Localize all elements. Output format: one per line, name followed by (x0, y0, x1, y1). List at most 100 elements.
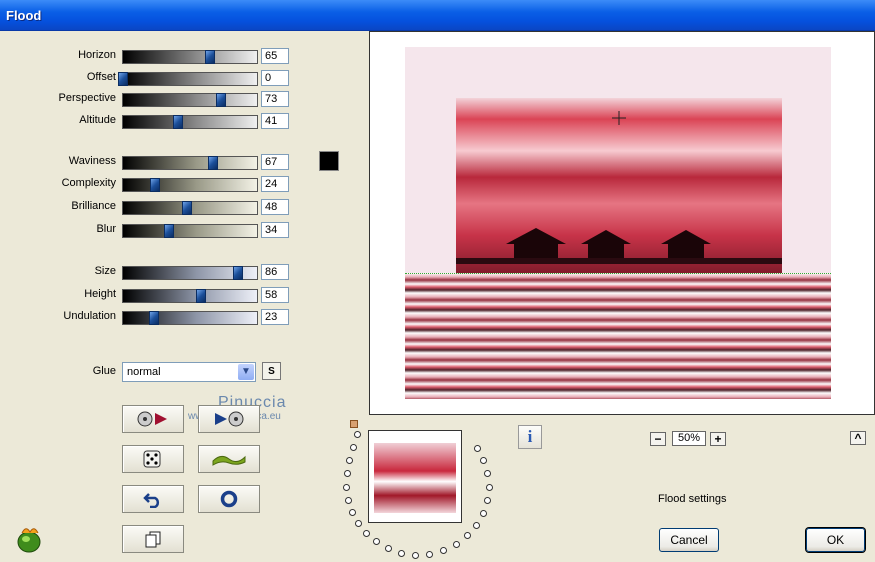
navigator-dot (343, 484, 350, 491)
navigator-dot (484, 470, 491, 477)
brilliance-value[interactable]: 48 (261, 199, 289, 215)
size-label-row: Size (0, 264, 116, 280)
waviness-slider-thumb[interactable] (207, 156, 218, 170)
undulation-label: Undulation (63, 310, 116, 322)
horizon-label-row: Horizon (0, 48, 116, 64)
wave-icon (212, 455, 246, 466)
height-slider[interactable] (122, 289, 258, 303)
blur-label-row: Blur (0, 222, 116, 238)
navigator-dot (363, 530, 370, 537)
horizon-value[interactable]: 65 (261, 48, 289, 64)
offset-label-row: Offset (0, 70, 116, 86)
complexity-label-row: Complexity (0, 176, 116, 192)
perspective-slider[interactable] (122, 93, 258, 107)
brilliance-slider-thumb[interactable] (182, 201, 193, 215)
altitude-slider-thumb[interactable] (172, 115, 183, 129)
title-bar: Flood (0, 0, 875, 31)
zoom-out-button[interactable]: − (650, 432, 666, 446)
navigator-dot (480, 510, 487, 517)
navigator-image (374, 443, 456, 513)
info-button[interactable]: i (518, 425, 542, 449)
blur-label: Blur (96, 223, 116, 235)
perspective-slider-thumb[interactable] (215, 93, 226, 107)
blur-slider[interactable] (122, 224, 258, 238)
disc-play-icon (137, 411, 167, 427)
size-slider-thumb[interactable] (233, 266, 244, 280)
crosshair-icon[interactable] (612, 111, 626, 125)
complexity-slider[interactable] (122, 178, 258, 192)
zoom-in-button[interactable]: + (710, 432, 726, 446)
preview-canvas[interactable] (369, 31, 875, 415)
brilliance-label-row: Brilliance (0, 199, 116, 215)
blur-value[interactable]: 34 (261, 222, 289, 238)
navigator-dot (350, 444, 357, 451)
navigator-dot (426, 551, 433, 558)
complexity-label: Complexity (61, 177, 116, 189)
chevron-down-icon[interactable]: ▼ (238, 364, 254, 380)
glue-label-row: Glue (0, 364, 116, 380)
undo-icon (143, 493, 160, 508)
navigator-dot (480, 457, 487, 464)
wave-button[interactable] (198, 445, 260, 473)
horizon-label: Horizon (78, 49, 116, 61)
dice-icon (143, 450, 161, 468)
blur-slider-thumb[interactable] (163, 224, 174, 238)
waviness-label-row: Waviness (0, 154, 116, 170)
offset-value[interactable]: 0 (261, 70, 289, 86)
horizon-slider-thumb[interactable] (205, 50, 216, 64)
play-disc-icon (215, 411, 244, 427)
size-label: Size (94, 265, 116, 277)
glue-select-value: normal (127, 366, 161, 378)
size-slider[interactable] (122, 266, 258, 280)
play-disc-button[interactable] (198, 405, 260, 433)
height-label-row: Height (0, 287, 116, 303)
altitude-value[interactable]: 41 (261, 113, 289, 129)
horizon-line[interactable] (405, 273, 831, 274)
perspective-label-row: Perspective (0, 91, 116, 107)
height-slider-thumb[interactable] (195, 289, 206, 303)
offset-slider-thumb[interactable] (118, 72, 128, 86)
navigator-dot (345, 497, 352, 504)
brilliance-slider[interactable] (122, 201, 258, 215)
undulation-slider[interactable] (122, 311, 258, 325)
color-swatch[interactable] (319, 151, 339, 171)
waviness-slider[interactable] (122, 156, 258, 170)
complexity-slider-thumb[interactable] (150, 178, 161, 192)
navigator-dot (464, 532, 471, 539)
navigator-dot (373, 538, 380, 545)
navigator-dot (355, 520, 362, 527)
collapse-preview-button[interactable]: ^ (850, 431, 866, 445)
ok-button[interactable]: OK (806, 528, 865, 552)
randomize-button[interactable] (122, 445, 184, 473)
undulation-value[interactable]: 23 (261, 309, 289, 325)
plugin-logo-icon (17, 528, 41, 553)
altitude-slider[interactable] (122, 115, 258, 129)
complexity-value[interactable]: 24 (261, 176, 289, 192)
copy-button[interactable] (122, 525, 184, 553)
random-play-button[interactable] (122, 405, 184, 433)
perspective-value[interactable]: 73 (261, 91, 289, 107)
cancel-button[interactable]: Cancel (659, 528, 719, 552)
copy-icon (145, 531, 161, 548)
horizon-slider[interactable] (122, 50, 258, 64)
reset-button[interactable] (198, 485, 260, 513)
height-value[interactable]: 58 (261, 287, 289, 303)
offset-slider[interactable] (118, 72, 258, 86)
waviness-value[interactable]: 67 (261, 154, 289, 170)
undulation-slider-thumb[interactable] (148, 311, 159, 325)
navigator-thumbnail[interactable] (368, 430, 462, 523)
offset-label: Offset (86, 71, 116, 83)
zoom-level: 50% (672, 431, 706, 446)
glue-label: Glue (92, 365, 116, 377)
navigator-dot (412, 552, 419, 559)
window-title: Flood (6, 8, 42, 23)
settings-label: Flood settings (658, 493, 727, 505)
navigator-dot (398, 550, 405, 557)
preview-huts (456, 228, 782, 264)
navigator-dot (486, 484, 493, 491)
glue-select[interactable]: normal ▼ (122, 362, 256, 382)
size-value[interactable]: 86 (261, 264, 289, 280)
undo-button[interactable] (122, 485, 184, 513)
navigator-handle[interactable] (350, 420, 358, 428)
glue-s-button[interactable]: S (262, 362, 281, 380)
